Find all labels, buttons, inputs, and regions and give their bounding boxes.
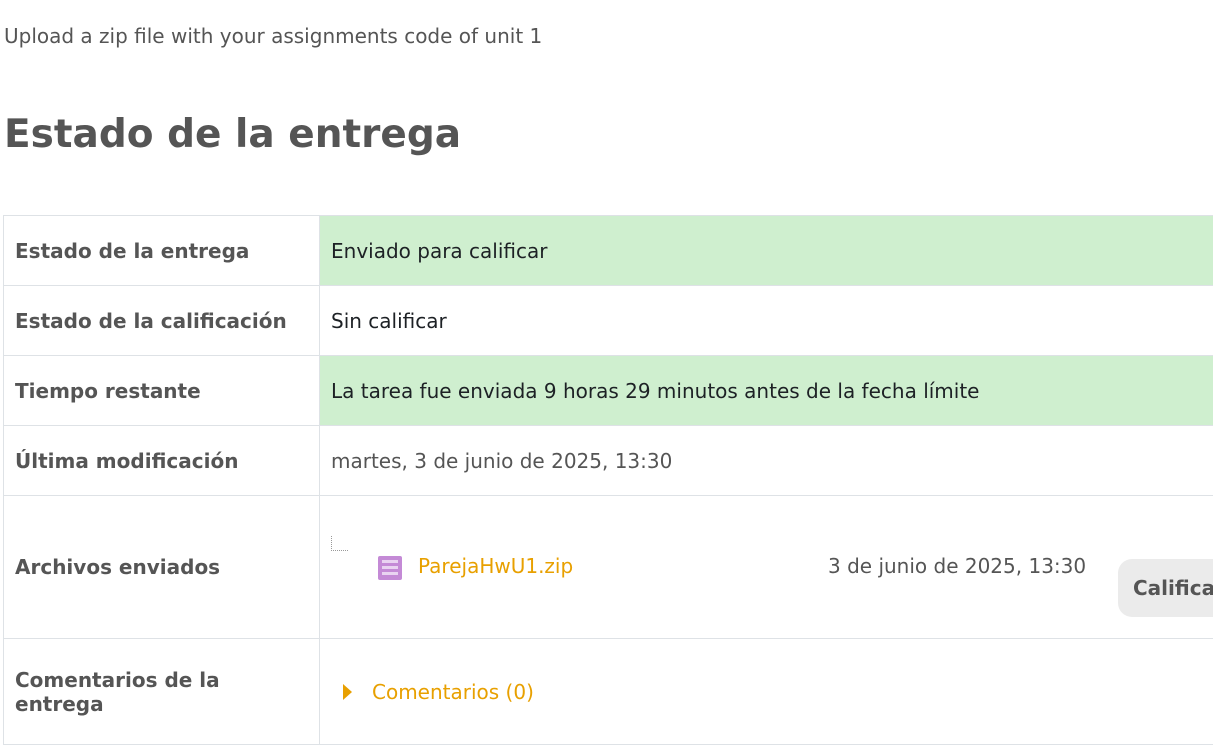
table-row-submission-comments: Comentarios de la entrega Comentarios (0… <box>4 639 1213 745</box>
section-title: Estado de la entrega <box>4 112 461 157</box>
grade-button[interactable]: Califica <box>1118 559 1213 617</box>
comments-toggle[interactable]: Comentarios (0) <box>331 680 1213 704</box>
zip-archive-icon <box>378 556 402 580</box>
table-row-grading-status: Estado de la calificación Sin calificar <box>4 286 1213 356</box>
row-label: Tiempo restante <box>4 356 320 426</box>
submitted-file-link[interactable]: ParejaHwU1.zip <box>418 554 573 578</box>
grading-status-value: Sin calificar <box>320 286 1213 356</box>
submission-status-table: Estado de la entrega Enviado para califi… <box>3 215 1213 745</box>
table-row-submission-status: Estado de la entrega Enviado para califi… <box>4 216 1213 286</box>
time-remaining-value: La tarea fue enviada 9 horas 29 minutos … <box>320 356 1213 426</box>
caret-right-icon <box>343 684 352 700</box>
row-label: Archivos enviados <box>4 496 320 639</box>
row-label: Comentarios de la entrega <box>4 639 320 745</box>
table-row-last-modified: Última modificación martes, 3 de junio d… <box>4 426 1213 496</box>
row-label: Estado de la entrega <box>4 216 320 286</box>
submission-status-value: Enviado para calificar <box>320 216 1213 286</box>
file-date: 3 de junio de 2025, 13:30 <box>828 554 1086 578</box>
submission-comments-cell: Comentarios (0) <box>320 639 1213 745</box>
submitted-files-cell: ParejaHwU1.zip 3 de junio de 2025, 13:30… <box>320 496 1213 639</box>
row-label: Última modificación <box>4 426 320 496</box>
assignment-description: Upload a zip file with your assignments … <box>4 24 542 48</box>
table-row-submitted-files: Archivos enviados ParejaHwU1.zip 3 de ju… <box>4 496 1213 639</box>
last-modified-value: martes, 3 de junio de 2025, 13:30 <box>320 426 1213 496</box>
table-row-time-remaining: Tiempo restante La tarea fue enviada 9 h… <box>4 356 1213 426</box>
comments-link[interactable]: Comentarios (0) <box>372 680 534 704</box>
tree-connector <box>331 536 348 551</box>
row-label: Estado de la calificación <box>4 286 320 356</box>
